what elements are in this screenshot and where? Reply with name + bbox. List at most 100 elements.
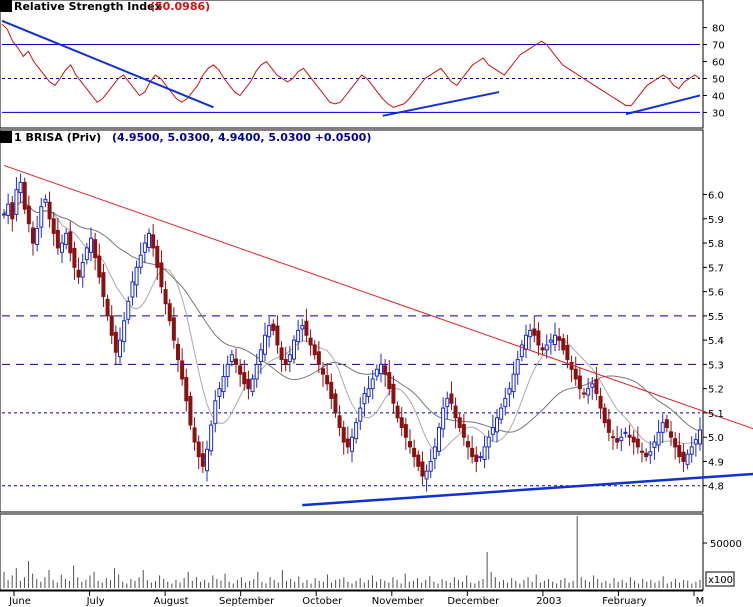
- candle-body: [308, 337, 313, 346]
- candle-body: [292, 339, 296, 360]
- candle-body: [482, 446, 487, 461]
- candle-body: [553, 334, 557, 346]
- candle-body: [101, 272, 106, 297]
- candle-body: [582, 392, 586, 395]
- candle-body: [615, 438, 620, 443]
- price-tick-label: 4.9: [708, 457, 724, 468]
- candle-body: [14, 189, 19, 215]
- candle-body: [109, 315, 114, 336]
- candle-body: [408, 441, 412, 448]
- candle-body: [51, 218, 56, 234]
- candle-body: [151, 234, 156, 249]
- candle-body: [515, 359, 520, 375]
- candle-body: [387, 372, 392, 390]
- candle-body: [155, 245, 160, 268]
- price-tick-label: 6.0: [708, 191, 724, 202]
- rsi-tick-label: 30: [712, 108, 725, 119]
- candle-body: [383, 365, 388, 375]
- candle-body: [693, 439, 698, 445]
- candle-body: [689, 446, 694, 455]
- price-tick-label: 5.3: [708, 360, 724, 371]
- price-tick-label: 5.2: [708, 385, 724, 396]
- candle-body: [536, 330, 541, 346]
- rsi-tick-label: 70: [712, 41, 725, 52]
- candle-body: [478, 456, 483, 459]
- candle-body: [209, 424, 214, 452]
- candle-body: [635, 438, 640, 448]
- candle-body: [606, 419, 611, 433]
- candle-body: [644, 452, 649, 458]
- candle-body: [180, 360, 185, 380]
- candle-body: [586, 388, 591, 396]
- price-tick-label: 5.6: [708, 288, 724, 299]
- candle-body: [540, 347, 545, 351]
- candle-body: [80, 261, 85, 278]
- rsi-tick-label: 40: [712, 91, 725, 102]
- candle-body: [366, 388, 371, 397]
- candle-body: [532, 328, 537, 336]
- candle-body: [611, 436, 615, 439]
- candle-body: [217, 388, 222, 397]
- candle-body: [72, 247, 77, 268]
- candle-body: [234, 358, 238, 365]
- candle-body: [2, 213, 6, 216]
- candle-body: [329, 381, 334, 399]
- candle-body: [354, 422, 359, 440]
- candle-body: [35, 228, 40, 246]
- candle-body: [84, 247, 89, 261]
- candle-body: [68, 231, 73, 254]
- candle-body: [656, 431, 661, 446]
- candle-body: [681, 451, 686, 462]
- candle-body: [466, 441, 470, 448]
- candle-body: [200, 453, 205, 467]
- price-title-text: 1 BRISA (Priv): [14, 131, 101, 144]
- candle-body: [561, 338, 566, 351]
- candle-body: [445, 397, 450, 408]
- candle-body: [602, 407, 607, 424]
- candle-body: [660, 422, 665, 433]
- candle-body: [130, 281, 135, 298]
- candle-body: [428, 460, 433, 472]
- candle-body: [279, 347, 284, 361]
- candle-body: [548, 339, 553, 343]
- candle-body: [577, 375, 582, 390]
- candle-body: [238, 365, 243, 375]
- candle-body: [254, 363, 259, 380]
- candle-body: [176, 344, 180, 361]
- x-tick-label: August: [154, 596, 189, 607]
- candle-body: [163, 289, 168, 305]
- candle-body: [325, 375, 330, 385]
- candle-body: [474, 454, 479, 462]
- candle-body: [677, 444, 682, 458]
- candle-body: [669, 431, 673, 438]
- candle-body: [242, 372, 247, 385]
- candle-body: [188, 395, 193, 426]
- candle-body: [557, 336, 562, 341]
- candle-body: [449, 393, 454, 404]
- price-tick-label: 4.8: [708, 482, 724, 493]
- candle-body: [499, 407, 504, 420]
- candle-body: [6, 203, 11, 216]
- candle-body: [432, 446, 437, 460]
- candle-body: [424, 470, 429, 480]
- candle-body: [627, 434, 632, 438]
- candle-body: [43, 198, 48, 203]
- x-tick-label: November: [372, 596, 425, 607]
- rsi-title-text: Relative Strength Index: [14, 0, 162, 13]
- rsi-y-axis: 30 40 50 60 70 80: [703, 24, 725, 119]
- candle-body: [362, 393, 367, 405]
- candle-body: [631, 436, 636, 443]
- candle-body: [358, 407, 363, 422]
- candle-body: [167, 303, 172, 322]
- price-tick-label: 5.7: [708, 263, 724, 274]
- candle-body: [495, 417, 499, 433]
- candle-body: [246, 378, 251, 390]
- volume-tick-label: 50000: [710, 539, 742, 550]
- candle-body: [10, 202, 15, 220]
- candle-body: [685, 453, 690, 465]
- candle-body: [184, 377, 189, 402]
- x-tick-label: February: [602, 596, 646, 607]
- candle-body: [573, 368, 578, 380]
- volume-y-axis: 50000: [703, 539, 742, 550]
- candle-body: [47, 201, 52, 220]
